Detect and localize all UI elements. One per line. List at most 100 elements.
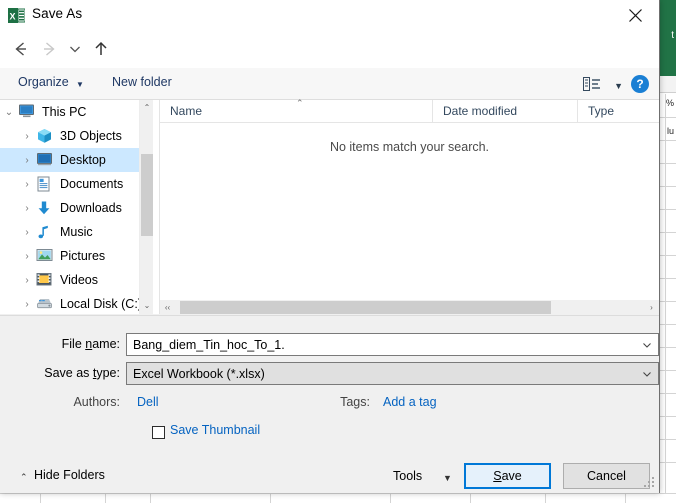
picture-icon xyxy=(36,248,54,264)
pane-splitter[interactable] xyxy=(153,100,160,314)
excel-gridline xyxy=(270,493,271,503)
expander-icon[interactable]: › xyxy=(18,251,36,262)
save-as-type-dropdown-button[interactable] xyxy=(636,363,658,384)
column-header-label: Name xyxy=(170,104,202,118)
document-icon xyxy=(36,176,54,192)
save-as-type-label: Save as type: xyxy=(20,366,120,380)
expander-icon[interactable]: › xyxy=(18,131,36,142)
forward-button[interactable] xyxy=(38,39,60,61)
tree-item-3d-objects[interactable]: › 3D Objects xyxy=(0,124,153,148)
help-button[interactable]: ? xyxy=(631,75,649,93)
download-icon xyxy=(36,200,54,216)
chevron-down-icon xyxy=(641,339,653,351)
tree-item-label: 3D Objects xyxy=(60,129,122,143)
excel-gridline xyxy=(625,493,626,503)
organize-caret-icon[interactable]: ▼ xyxy=(76,80,84,89)
column-header-type[interactable]: Type xyxy=(577,100,659,122)
scrollbar-thumb[interactable] xyxy=(141,154,153,236)
excel-icon: X xyxy=(8,7,25,24)
file-list-pane: Name ⌃ Date modified Type No items match… xyxy=(160,100,659,314)
file-name-dropdown-button[interactable] xyxy=(636,334,658,355)
column-header-name[interactable]: Name ⌃ xyxy=(160,100,432,122)
arrow-right-icon xyxy=(39,39,59,59)
tree-item-label: Downloads xyxy=(60,201,122,215)
expander-icon[interactable]: › xyxy=(18,155,36,166)
new-folder-button[interactable]: New folder xyxy=(112,75,172,89)
tree-item-music[interactable]: › Music xyxy=(0,220,153,244)
hide-folders-caret-icon[interactable]: ⌃ xyxy=(20,472,28,483)
file-name-value: Bang_diem_Tin_hoc_To_1. xyxy=(133,338,285,352)
close-icon xyxy=(629,9,642,22)
tree-item-label: This PC xyxy=(42,105,86,119)
scroll-right-icon[interactable]: › xyxy=(644,300,659,315)
scroll-down-icon[interactable]: ⌄ xyxy=(140,298,154,314)
excel-sheet-bottom-strip xyxy=(0,493,676,503)
excel-gridline xyxy=(40,493,41,503)
column-header-row: Name ⌃ Date modified Type xyxy=(160,100,659,123)
tree-item-pictures[interactable]: › Pictures xyxy=(0,244,153,268)
cube-icon xyxy=(36,128,54,144)
hard-drive-icon xyxy=(36,296,54,312)
resize-grip-icon[interactable] xyxy=(644,477,656,489)
expander-icon[interactable]: › xyxy=(18,275,36,286)
close-button[interactable] xyxy=(614,0,659,30)
monitor-icon xyxy=(18,104,36,120)
arrow-left-icon xyxy=(11,39,31,59)
file-list-horizontal-scrollbar[interactable]: ‹‹ › xyxy=(160,300,659,315)
tree-item-label: Music xyxy=(60,225,93,239)
expander-icon[interactable]: › xyxy=(18,203,36,214)
scrollbar-thumb[interactable] xyxy=(180,301,551,314)
tree-item-downloads[interactable]: › Downloads xyxy=(0,196,153,220)
window-title: Save As xyxy=(32,6,82,21)
navigation-bar: › This PC › Desktop Searc xyxy=(0,31,659,68)
organize-button[interactable]: Organize xyxy=(18,75,69,89)
file-name-input[interactable]: Bang_diem_Tin_hoc_To_1. xyxy=(126,333,659,356)
chevron-down-icon xyxy=(65,39,85,59)
view-caret-icon[interactable]: ▼ xyxy=(614,81,623,91)
title-bar: X Save As xyxy=(0,0,659,31)
tree-item-label: Pictures xyxy=(60,249,105,263)
command-toolbar: Organize ▼ New folder ▼ ? xyxy=(0,68,659,100)
empty-list-message: No items match your search. xyxy=(160,140,659,154)
save-as-type-select[interactable]: Excel Workbook (*.xlsx) xyxy=(126,362,659,385)
recent-locations-button[interactable] xyxy=(64,39,86,61)
excel-gridline xyxy=(470,493,471,503)
file-name-label: File name: xyxy=(20,337,120,351)
scroll-up-icon[interactable]: ⌃ xyxy=(140,100,154,116)
view-list-icon xyxy=(583,76,605,92)
sort-ascending-icon: ⌃ xyxy=(296,98,304,109)
expander-icon[interactable]: ⌄ xyxy=(0,107,18,118)
hide-folders-button[interactable]: Hide Folders xyxy=(34,468,105,482)
svg-text:X: X xyxy=(10,12,16,22)
column-header-date-modified[interactable]: Date modified xyxy=(432,100,577,122)
cancel-button[interactable]: Cancel xyxy=(563,463,650,489)
expander-icon[interactable]: › xyxy=(18,179,36,190)
tree-item-this-pc[interactable]: ⌄ This PC xyxy=(0,100,153,124)
arrow-up-icon xyxy=(91,39,111,59)
tools-caret-icon[interactable]: ▼ xyxy=(443,473,452,483)
save-button[interactable]: Save xyxy=(464,463,551,489)
tree-item-videos[interactable]: › Videos xyxy=(0,268,153,292)
tree-item-documents[interactable]: › Documents xyxy=(0,172,153,196)
back-button[interactable] xyxy=(10,39,32,61)
excel-cell-text-2: lu xyxy=(667,126,674,136)
tags-add-link[interactable]: Add a tag xyxy=(383,395,437,409)
save-as-dialog: X Save As xyxy=(0,0,660,493)
authors-label: Authors: xyxy=(20,395,120,409)
tree-item-desktop[interactable]: › Desktop xyxy=(0,148,153,172)
chevron-down-icon xyxy=(641,368,653,380)
authors-value[interactable]: Dell xyxy=(137,395,159,409)
tree-item-label: Local Disk (C:) xyxy=(60,297,142,311)
excel-gridline xyxy=(105,493,106,503)
navigation-pane-scrollbar[interactable]: ⌃ ⌄ xyxy=(139,100,153,314)
navigation-pane: ⌄ This PC › 3D Objects › xyxy=(0,100,153,314)
scroll-left-icon[interactable]: ‹‹ xyxy=(160,300,175,315)
expander-icon[interactable]: › xyxy=(18,227,36,238)
tree-item-local-disk-c[interactable]: › Local Disk (C:) xyxy=(0,292,153,314)
change-view-button[interactable] xyxy=(583,76,607,93)
up-button[interactable] xyxy=(90,39,112,61)
excel-gridline xyxy=(665,94,666,503)
expander-icon[interactable]: › xyxy=(18,299,36,310)
save-thumbnail-checkbox[interactable] xyxy=(152,426,165,439)
save-thumbnail-label[interactable]: Save Thumbnail xyxy=(170,423,260,437)
